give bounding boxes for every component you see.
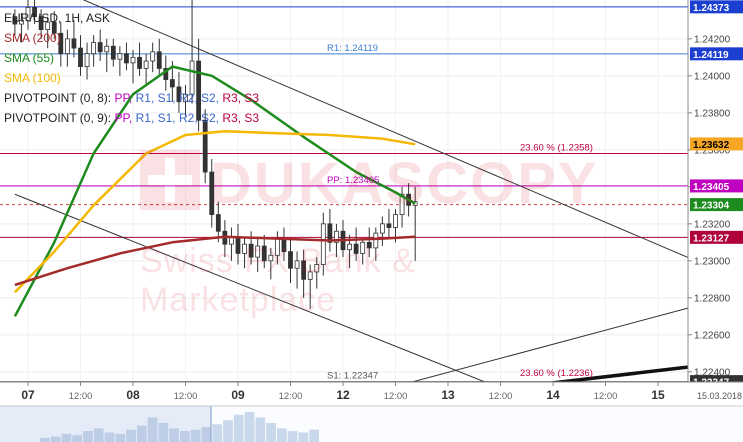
candle-body (347, 243, 352, 251)
candle-body (235, 236, 241, 254)
level-label: R1: 1.24119 (327, 43, 378, 54)
x-tick-label: 12 (336, 388, 350, 402)
navigator-bar (287, 431, 298, 442)
pivot-item: S2, (201, 111, 223, 125)
pivot-item: R3, (222, 91, 245, 105)
candle-body (255, 245, 261, 258)
level-label: S1: 1.22347 (327, 371, 378, 382)
candle-body (314, 264, 320, 273)
pivot-item: R1, (135, 91, 158, 105)
candle-body (288, 251, 293, 269)
x-tick-label: 08 (126, 388, 140, 402)
pivot-item: R1, (135, 111, 158, 125)
price-badge-label: 1.24119 (693, 50, 729, 61)
candle-body (294, 260, 300, 269)
pivot-item: PP, (114, 91, 136, 105)
candle-body (360, 241, 366, 254)
sma-series-line (14, 130, 416, 294)
pivot-prefix: PIVOTPOINT (0, 8): (4, 91, 115, 105)
price-badge-label: 1.23127 (693, 233, 730, 244)
x-tick-label: 12:00 (489, 391, 513, 402)
indicator-label: SMA (55) (4, 51, 55, 65)
x-tick-label: 13 (441, 388, 455, 402)
x-tick-label: 07 (21, 388, 35, 402)
pivot-legend-row: PIVOTPOINT (0, 9): PP, R1, S1, R2, S2, R… (4, 108, 259, 128)
x-tick-label: 15 (651, 388, 665, 402)
y-tick-label: 1.23000 (694, 256, 731, 267)
pivot-item: R3, (222, 111, 245, 125)
navigator-bar (276, 428, 287, 442)
candle-body (248, 243, 254, 258)
candle-body (209, 171, 215, 215)
navigator-bar (223, 420, 233, 442)
y-tick-label: 1.22600 (694, 330, 731, 341)
chart-legend: EUR/USD, 1H, ASK SMA (200) SMA (55) SMA (1… (4, 8, 259, 128)
candle-body (307, 271, 313, 280)
y-tick-label: 1.24200 (694, 34, 731, 45)
candle-body (261, 245, 267, 262)
x-tick-label: 12:00 (384, 391, 408, 402)
x-tick-label: 12:00 (69, 391, 93, 402)
candle-body (268, 254, 274, 262)
pivot-item: S1, (157, 91, 179, 105)
pivot-item: S3 (244, 91, 260, 105)
navigator-bar (266, 422, 276, 442)
trend-line (14, 193, 488, 384)
candle-body (242, 243, 247, 254)
symbol-label: EUR/USD, 1H, ASK (4, 11, 111, 25)
level-label: 23.60 % (1.2358) (520, 143, 593, 154)
x-tick-label: 12:00 (594, 391, 618, 402)
pivot-item: S3 (244, 111, 260, 125)
pivot-legend-row: PIVOTPOINT (0, 8): PP, R1, S1, R2, S2, R… (4, 88, 259, 108)
price-badge-label: 1.23632 (693, 140, 730, 151)
candle-body (301, 260, 307, 280)
navigator-window (0, 406, 211, 442)
candle-body (202, 119, 208, 173)
price-badge-label: 1.23405 (693, 182, 730, 193)
navigator-bar (309, 429, 319, 442)
navigator-bar (233, 414, 244, 442)
x-tick-label: 14 (546, 388, 560, 402)
candle-body (281, 238, 287, 252)
pivot-item: R2, (178, 91, 201, 105)
navigator-bar (255, 417, 266, 442)
pivot-item: PP, (114, 111, 136, 125)
candle-body (373, 232, 379, 249)
candle-body (320, 223, 326, 265)
pivot-prefix: PIVOTPOINT (0, 9): (4, 111, 115, 125)
pivot-item: S1, (157, 111, 179, 125)
price-badge-label: 1.23304 (693, 201, 730, 212)
navigator-bar (298, 432, 309, 442)
y-tick-label: 1.24000 (694, 71, 731, 82)
level-label: 23.60 % (1.2236) (520, 368, 593, 379)
x-tick-label: 09 (231, 388, 245, 402)
candle-body (379, 223, 385, 234)
candle-body (353, 243, 359, 254)
level-label: PP: 1.23405 (327, 175, 379, 186)
price-badge-label: 1.24373 (693, 3, 730, 14)
candle-body (215, 214, 221, 232)
candle-body (366, 241, 372, 249)
pivot-item: S2, (201, 91, 223, 105)
x-tick-label: 12:00 (279, 391, 303, 402)
y-tick-label: 1.23800 (694, 108, 731, 119)
indicator-label: SMA (100) (4, 71, 61, 85)
indicator-label: SMA (200) (4, 31, 61, 45)
date-label: 15.03.2018 (697, 391, 742, 401)
y-tick-label: 1.22800 (694, 293, 731, 304)
candle-body (386, 223, 392, 228)
candle-body (274, 238, 280, 256)
pivot-item: R2, (178, 111, 201, 125)
y-tick-label: 1.23200 (694, 219, 731, 230)
navigator-bar (212, 424, 223, 442)
navigator-bar (244, 412, 255, 442)
candle-body (393, 214, 398, 228)
x-tick-label: 12:00 (174, 391, 198, 402)
